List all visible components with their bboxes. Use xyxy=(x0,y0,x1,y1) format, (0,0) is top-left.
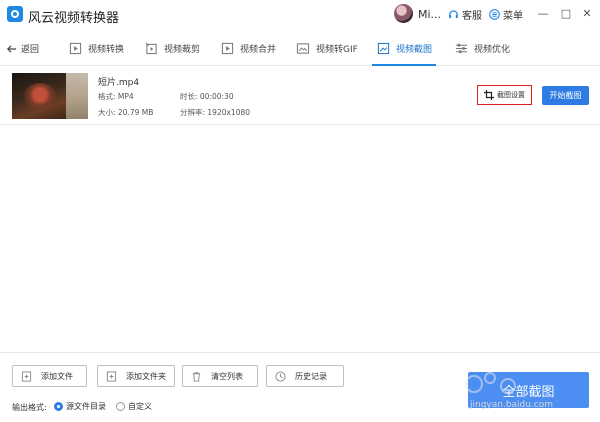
back-button[interactable]: 返回 xyxy=(6,42,39,55)
menu-label: 菜单 xyxy=(503,11,523,22)
history-label: 历史记录 xyxy=(295,371,327,381)
trash-icon xyxy=(190,370,202,382)
bottom-panel: 添加文件 添加文件夹 清空列表 历史记录 输出格式: 源文件目录 自定义 全部截… xyxy=(0,352,600,422)
restore-icon: □ xyxy=(560,6,572,20)
tab-video-to-gif[interactable]: 视频转GIF xyxy=(292,30,362,66)
tab-label: 视频转GIF xyxy=(316,44,358,55)
minimize-icon: — xyxy=(537,6,549,20)
title-bar: 风云视频转换器 Mi... 客服 菜单 — □ ✕ xyxy=(0,0,600,30)
tab-video-screenshot[interactable]: 视频截图 xyxy=(372,30,437,66)
avatar[interactable] xyxy=(394,4,413,23)
tab-label: 视频裁剪 xyxy=(164,44,201,55)
arrow-left-icon xyxy=(6,44,17,53)
tab-video-merge[interactable]: 视频合并 xyxy=(216,30,280,66)
crop-frame-icon xyxy=(484,90,494,100)
add-file-label: 添加文件 xyxy=(41,371,73,381)
restore-button[interactable]: □ xyxy=(559,6,573,20)
file-name: 短片.mp4 xyxy=(98,78,140,88)
radio-custom[interactable]: 自定义 xyxy=(116,401,152,412)
screenshot-settings-button[interactable]: 截图设置 xyxy=(477,85,532,105)
add-folder-button[interactable]: 添加文件夹 xyxy=(97,365,175,387)
toolbar: 返回 视频转换 视频裁剪 视频合并 视频转GIF 视频截图 视频优化 xyxy=(0,30,600,66)
close-icon: ✕ xyxy=(582,6,592,20)
app-logo-icon xyxy=(7,6,23,22)
video-trim-icon xyxy=(144,41,158,55)
start-screenshot-button[interactable]: 开始截图 xyxy=(542,86,589,105)
file-format: 格式: MP4 xyxy=(98,92,134,101)
video-thumbnail xyxy=(12,73,88,119)
tab-label: 视频转换 xyxy=(88,44,125,55)
customer-service-button[interactable]: 客服 xyxy=(448,7,482,22)
radio-unchecked-icon xyxy=(116,402,125,411)
clear-list-button[interactable]: 清空列表 xyxy=(182,365,258,387)
add-folder-label: 添加文件夹 xyxy=(126,371,166,381)
headset-icon xyxy=(449,10,458,19)
folder-plus-icon xyxy=(105,370,117,382)
tab-label: 视频截图 xyxy=(396,44,433,55)
radio-source-directory[interactable]: 源文件目录 xyxy=(54,401,106,412)
radio-label: 自定义 xyxy=(128,402,152,411)
file-plus-icon xyxy=(20,370,32,382)
tab-video-convert[interactable]: 视频转换 xyxy=(64,30,128,66)
gif-icon xyxy=(296,41,310,55)
video-merge-icon xyxy=(220,41,234,55)
file-size: 大小: 20.79 MB xyxy=(98,108,154,117)
clock-icon xyxy=(274,370,286,382)
file-list-item[interactable]: 短片.mp4 格式: MP4 时长: 00:00:30 大小: 20.79 MB… xyxy=(0,67,600,125)
radio-label: 源文件目录 xyxy=(66,402,106,411)
app-title: 风云视频转换器 xyxy=(28,11,120,26)
radio-checked-icon xyxy=(54,402,63,411)
add-file-button[interactable]: 添加文件 xyxy=(12,365,87,387)
minimize-button[interactable]: — xyxy=(536,6,550,20)
menu-icon xyxy=(489,9,500,20)
file-resolution: 分辨率: 1920x1080 xyxy=(180,108,251,117)
tab-label: 视频优化 xyxy=(474,44,511,55)
clear-list-label: 清空列表 xyxy=(211,371,243,381)
sliders-icon xyxy=(454,41,468,55)
tab-video-trim[interactable]: 视频裁剪 xyxy=(140,30,204,66)
video-convert-icon xyxy=(68,41,82,55)
back-label: 返回 xyxy=(21,45,40,55)
tab-video-optimize[interactable]: 视频优化 xyxy=(450,30,514,66)
watermark-text: jingyan.baidu.com xyxy=(470,400,554,410)
crop-icon xyxy=(376,41,390,55)
tab-label: 视频合并 xyxy=(240,44,277,55)
output-format-label: 输出格式: xyxy=(12,403,47,412)
close-button[interactable]: ✕ xyxy=(580,6,594,20)
file-duration: 时长: 00:00:30 xyxy=(180,92,234,101)
screenshot-settings-label: 截图设置 xyxy=(497,91,525,99)
menu-button[interactable]: 菜单 xyxy=(489,7,523,22)
history-button[interactable]: 历史记录 xyxy=(266,365,344,387)
user-name[interactable]: Mi... xyxy=(418,8,441,21)
service-label: 客服 xyxy=(462,11,482,22)
